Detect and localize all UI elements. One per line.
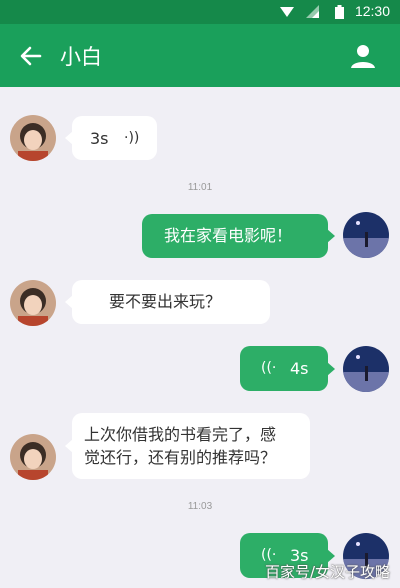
text-message-outgoing[interactable]: 我在家看电影呢！	[142, 214, 335, 258]
voice-wave-icon: ·))	[124, 130, 140, 146]
voice-duration: 4s	[290, 359, 309, 378]
text-message-incoming[interactable]: 上次你借我的书看完了，感 觉还行，还有别的推荐吗？	[65, 413, 310, 479]
contact-avatar[interactable]	[10, 434, 56, 480]
contact-avatar[interactable]	[10, 280, 56, 326]
message-text: 要不要出来玩？	[109, 292, 222, 311]
wifi-icon	[280, 7, 294, 17]
message-text-line: 觉还行，还有别的推荐吗？	[84, 448, 277, 467]
app-bar: 小白	[0, 24, 400, 87]
message-timestamp: 11:01	[187, 182, 213, 193]
status-bar: 12:30	[0, 0, 400, 24]
voice-duration: 3s	[90, 129, 109, 148]
my-avatar[interactable]	[343, 212, 389, 258]
chat-title: 小白	[60, 45, 102, 69]
watermark: 百家号/女汉子攻略	[264, 563, 390, 581]
status-time: 12:30	[354, 3, 390, 19]
message-text: 我在家看电影呢！	[164, 226, 293, 245]
battery-icon	[335, 5, 344, 19]
contact-avatar[interactable]	[10, 115, 56, 161]
text-message-incoming[interactable]: 要不要出来玩？	[65, 280, 270, 324]
message-list[interactable]: 3s ·)) 11:01 我在家看电影呢！ 要不要出来玩？ ((· 4s 上次你…	[0, 87, 400, 588]
back-arrow-icon[interactable]	[18, 43, 44, 69]
voice-message-incoming[interactable]: 3s ·))	[65, 116, 157, 160]
cell-signal-icon	[306, 5, 319, 18]
message-text-line: 上次你借我的书看完了，感	[84, 425, 277, 444]
my-avatar[interactable]	[343, 346, 389, 392]
voice-message-outgoing[interactable]: ((· 4s	[240, 346, 335, 391]
voice-wave-icon: ((·	[261, 360, 277, 376]
contact-profile-icon[interactable]	[350, 43, 376, 69]
message-timestamp: 11:03	[187, 501, 213, 512]
